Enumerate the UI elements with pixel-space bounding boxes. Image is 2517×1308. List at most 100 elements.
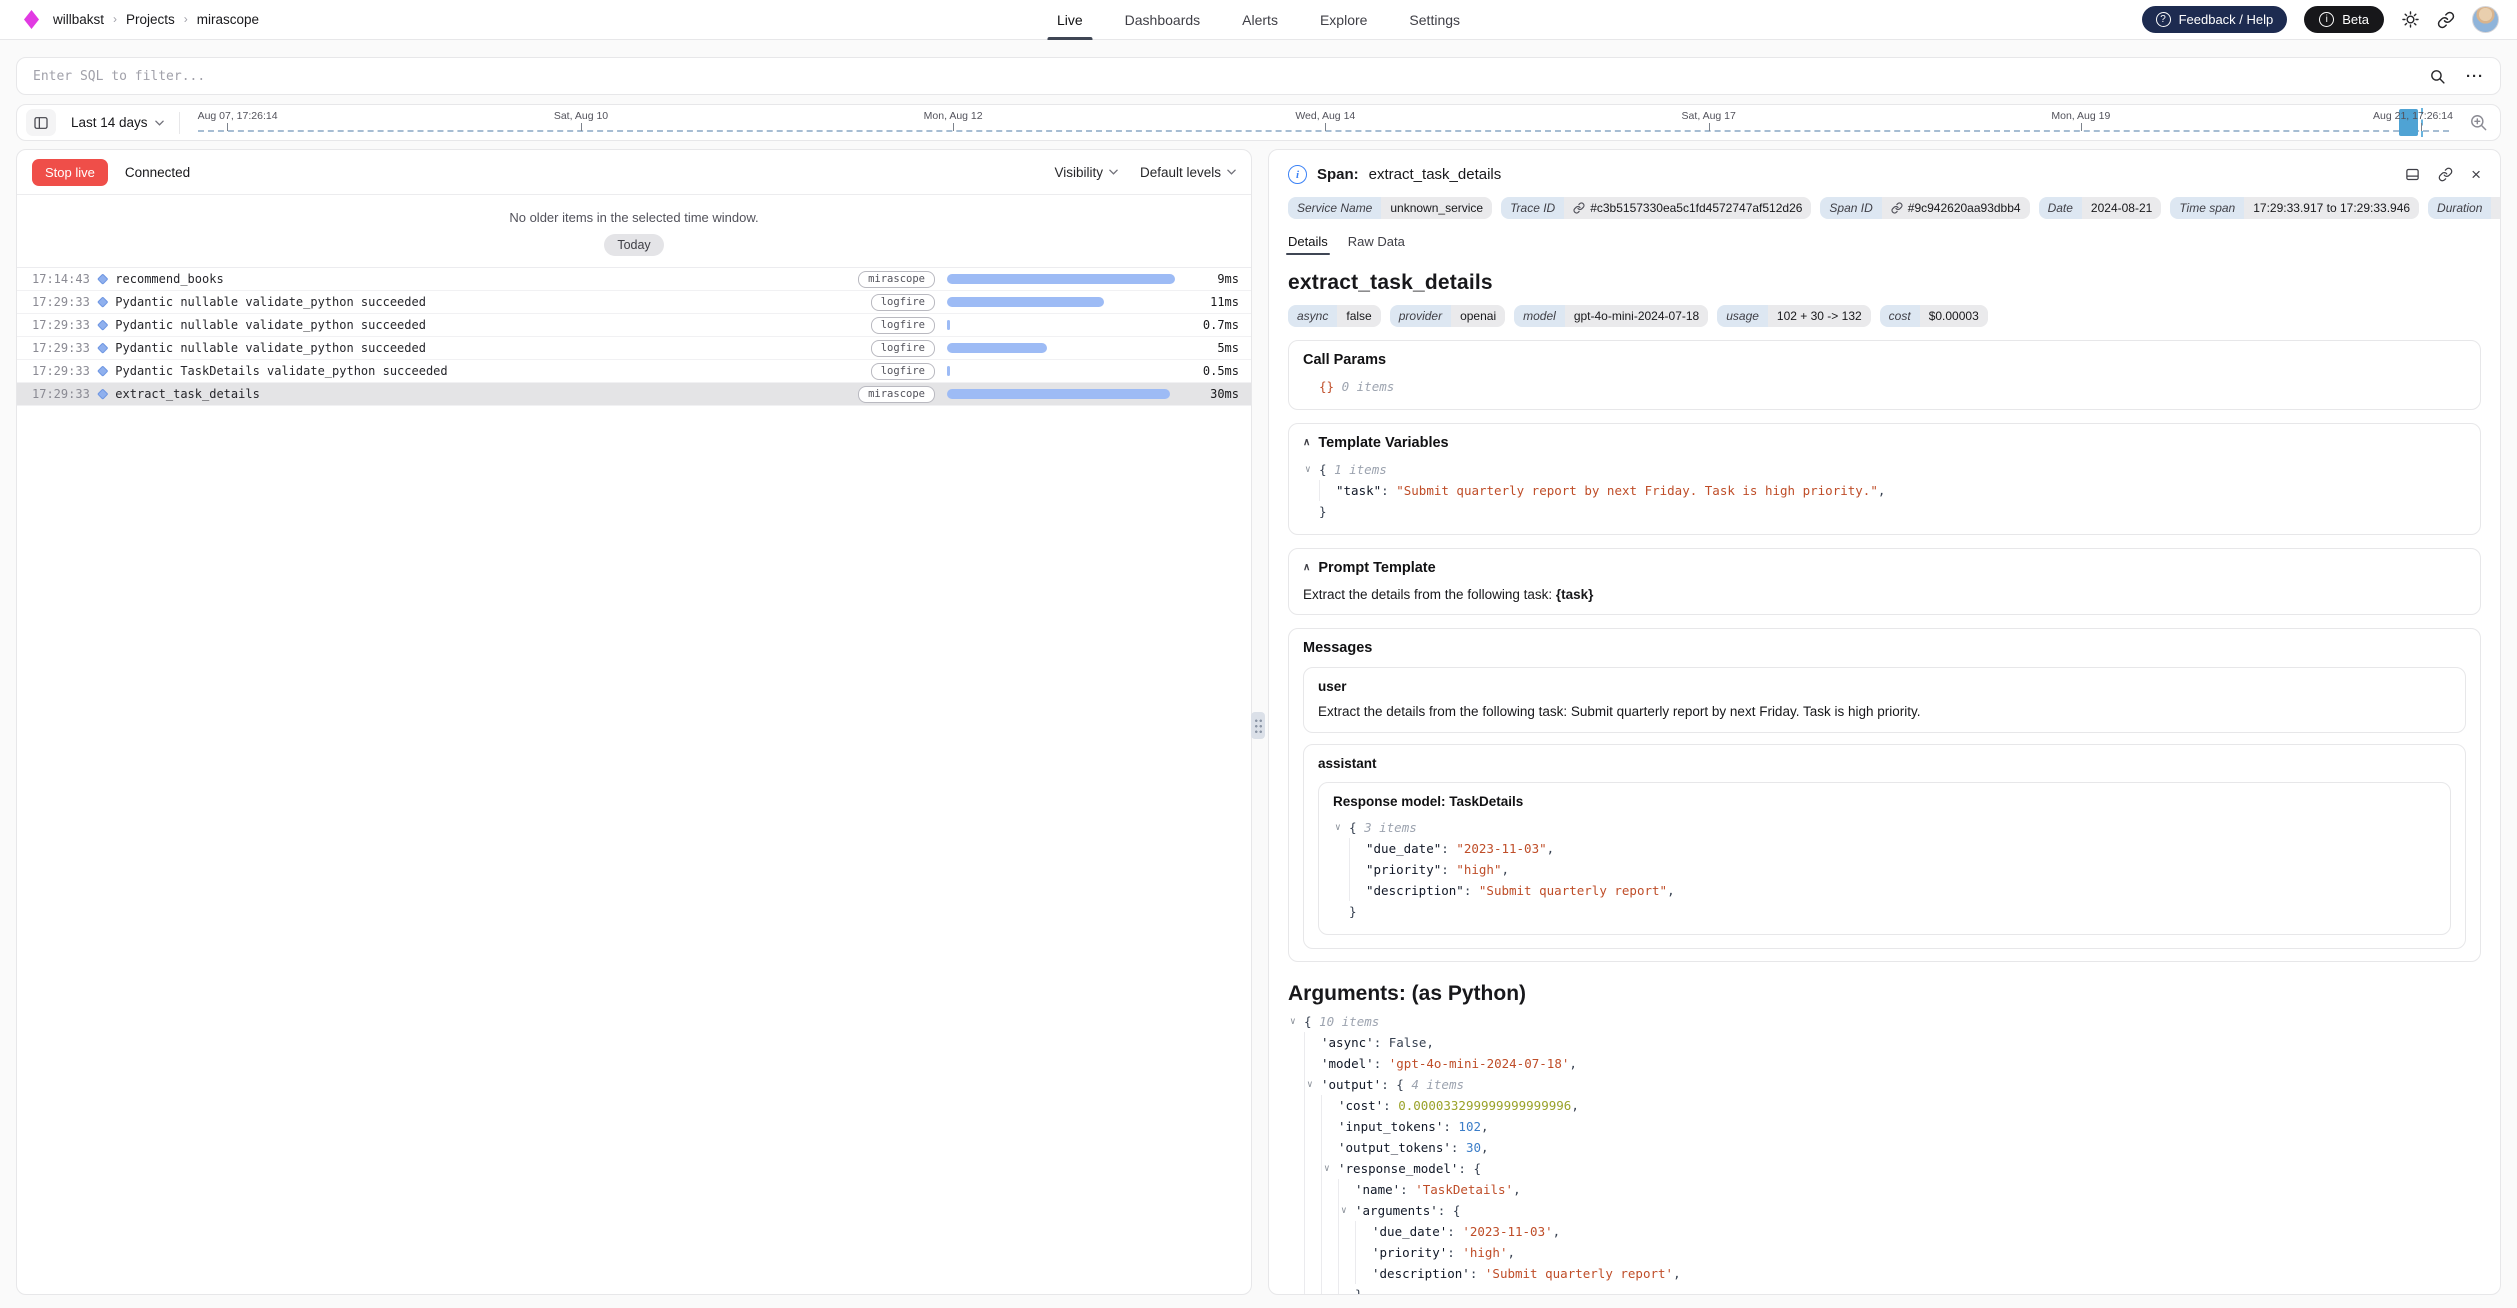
code-token: : { bbox=[1438, 1200, 1461, 1221]
log-tag[interactable]: mirascope bbox=[858, 271, 935, 288]
duration-label: 30ms bbox=[1187, 387, 1239, 401]
collapse-caret-icon[interactable]: ∨ bbox=[1305, 459, 1319, 480]
indent-guide bbox=[1355, 1221, 1372, 1242]
timeline-axis[interactable]: Aug 07, 17:26:14Sat, Aug 10Mon, Aug 12We… bbox=[198, 105, 2453, 140]
timeline-tick bbox=[1325, 123, 1326, 131]
panel-resize-handle[interactable] bbox=[1251, 712, 1265, 739]
log-tag[interactable]: logfire bbox=[871, 340, 935, 357]
call-params-title: Call Params bbox=[1303, 352, 2466, 368]
feedback-help-label: Feedback / Help bbox=[2179, 12, 2274, 27]
code-token: 'output_tokens' bbox=[1338, 1137, 1451, 1158]
log-tag[interactable]: logfire bbox=[871, 363, 935, 380]
duration-label: 0.7ms bbox=[1187, 318, 1239, 332]
code-token: 'model' bbox=[1321, 1053, 1374, 1074]
indent-guide bbox=[1304, 1137, 1321, 1158]
zoom-in-icon[interactable] bbox=[2469, 113, 2488, 132]
info-icon: i bbox=[1288, 165, 1307, 184]
duration-bar-track bbox=[947, 320, 1175, 330]
arguments-title: Arguments: (as Python) bbox=[1288, 982, 2481, 1006]
feedback-help-button[interactable]: ? Feedback / Help bbox=[2142, 6, 2288, 33]
code-token: , bbox=[1673, 1263, 1681, 1284]
open-in-drawer-icon[interactable] bbox=[2405, 167, 2420, 182]
chip-value: openai bbox=[1451, 305, 1505, 327]
code-token: 3 items bbox=[1364, 817, 1417, 838]
tab-live[interactable]: Live bbox=[1055, 0, 1085, 40]
breadcrumb-org[interactable]: willbakst bbox=[53, 12, 104, 27]
span-attribute-chips: asyncfalseprovideropenaimodelgpt-4o-mini… bbox=[1288, 305, 2481, 327]
sql-filter-input[interactable] bbox=[33, 69, 2429, 84]
span-header: i Span: extract_task_details × bbox=[1288, 165, 2481, 184]
code-token: , bbox=[1878, 480, 1886, 501]
sidebar-toggle-button[interactable] bbox=[26, 109, 56, 136]
tab-alerts[interactable]: Alerts bbox=[1240, 0, 1280, 40]
chip-label: usage bbox=[1717, 305, 1768, 327]
log-tag[interactable]: logfire bbox=[871, 294, 935, 311]
log-row[interactable]: 17:29:33extract_task_detailsmirascope30m… bbox=[17, 383, 1251, 406]
span-tab-raw-data[interactable]: Raw Data bbox=[1348, 234, 1405, 255]
duration-bar bbox=[947, 389, 1170, 399]
span-diamond-icon bbox=[97, 320, 108, 331]
code-line: 'priority': 'high', bbox=[1288, 1242, 2481, 1263]
search-icon[interactable] bbox=[2429, 68, 2446, 85]
code-token: , bbox=[1481, 1137, 1489, 1158]
code-token: }, bbox=[1355, 1284, 1370, 1295]
tab-settings[interactable]: Settings bbox=[1407, 0, 1462, 40]
indent-guide bbox=[1349, 880, 1366, 901]
chip-label: model bbox=[1514, 305, 1565, 327]
code-token: : { bbox=[1458, 1158, 1481, 1179]
tab-explore[interactable]: Explore bbox=[1318, 0, 1369, 40]
span-diamond-icon bbox=[97, 366, 108, 377]
call-params-code: {} 0 items bbox=[1303, 376, 2466, 397]
log-row[interactable]: 17:29:33Pydantic TaskDetails validate_py… bbox=[17, 360, 1251, 383]
tab-dashboards[interactable]: Dashboards bbox=[1123, 0, 1203, 40]
timeline-dashed-line bbox=[198, 130, 2449, 132]
collapse-caret-icon[interactable]: ∨ bbox=[1341, 1200, 1355, 1221]
meta-chip-service-name: Service Nameunknown_service bbox=[1288, 197, 1492, 219]
chevron-down-icon bbox=[1109, 169, 1118, 175]
breadcrumb-projects[interactable]: Projects bbox=[126, 12, 175, 27]
log-row[interactable]: 17:29:33Pydantic nullable validate_pytho… bbox=[17, 291, 1251, 314]
indent-guide bbox=[1304, 1095, 1321, 1116]
indent-guide bbox=[1321, 1179, 1338, 1200]
link-icon[interactable] bbox=[1891, 202, 1903, 214]
chip-value: #c3b5157330ea5c1fd4572747af512d26 bbox=[1564, 197, 1811, 219]
link-icon[interactable] bbox=[1573, 202, 1585, 214]
assistant-message: assistant Response model: TaskDetails ∨{… bbox=[1303, 744, 2466, 949]
duration-bar-track bbox=[947, 274, 1175, 284]
collapse-icon[interactable]: ∧ bbox=[1303, 437, 1310, 448]
log-tag[interactable]: mirascope bbox=[858, 386, 935, 403]
collapse-icon[interactable]: ∧ bbox=[1303, 562, 1310, 573]
collapse-caret-icon[interactable]: ∨ bbox=[1290, 1011, 1304, 1032]
code-token: : bbox=[1383, 1095, 1398, 1116]
beta-button[interactable]: i Beta bbox=[2304, 6, 2384, 33]
time-range-dropdown[interactable]: Last 14 days bbox=[56, 115, 179, 130]
chip-label: provider bbox=[1390, 305, 1451, 327]
code-line: "priority": "high", bbox=[1333, 859, 2436, 880]
indent-guide bbox=[1355, 1242, 1372, 1263]
collapse-caret-icon[interactable]: ∨ bbox=[1335, 817, 1349, 838]
user-avatar[interactable] bbox=[2472, 6, 2499, 33]
log-row[interactable]: 17:29:33Pydantic nullable validate_pytho… bbox=[17, 314, 1251, 337]
theme-toggle-icon[interactable] bbox=[2401, 10, 2420, 29]
code-token: 'description' bbox=[1372, 1263, 1470, 1284]
log-tag[interactable]: logfire bbox=[871, 317, 935, 334]
log-timestamp: 17:29:33 bbox=[32, 318, 90, 332]
indent-guide bbox=[1304, 1116, 1321, 1137]
code-token: 'high' bbox=[1462, 1242, 1507, 1263]
share-link-icon[interactable] bbox=[2437, 11, 2455, 29]
visibility-dropdown[interactable]: Visibility bbox=[1054, 165, 1118, 180]
log-row[interactable]: 17:29:33Pydantic nullable validate_pytho… bbox=[17, 337, 1251, 360]
code-token: , bbox=[1507, 1242, 1515, 1263]
more-options-icon[interactable]: ··· bbox=[2466, 68, 2484, 85]
collapse-caret-icon[interactable]: ∨ bbox=[1324, 1158, 1338, 1179]
copy-link-icon[interactable] bbox=[2438, 167, 2453, 182]
collapse-caret-icon[interactable]: ∨ bbox=[1307, 1074, 1321, 1095]
stop-live-button[interactable]: Stop live bbox=[32, 159, 108, 186]
chip-value-text: 29ms bbox=[2500, 201, 2501, 215]
log-row[interactable]: 17:14:43recommend_booksmirascope9ms bbox=[17, 268, 1251, 291]
span-tab-details[interactable]: Details bbox=[1288, 234, 1328, 255]
code-token: , bbox=[1547, 838, 1555, 859]
close-icon[interactable]: × bbox=[2471, 166, 2481, 183]
breadcrumb-project[interactable]: mirascope bbox=[197, 12, 259, 27]
default-levels-dropdown[interactable]: Default levels bbox=[1140, 165, 1236, 180]
